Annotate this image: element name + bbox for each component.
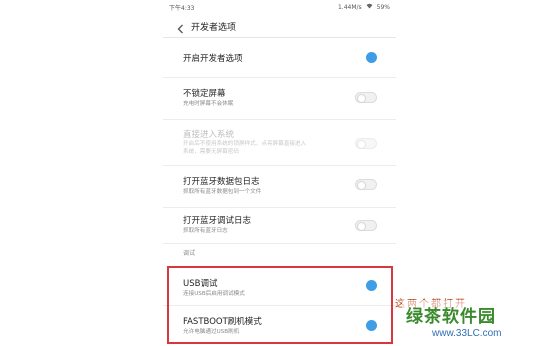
row-subtitle: 开启后不使用系统的锁屏样式，点亮屏幕直接进入 系统，需要无屏幕密码 [183,141,307,155]
row-title: 打开蓝牙数据包日志 [183,177,260,187]
setting-row-developer-options[interactable]: 开启开发者选项 [163,38,396,78]
title-bar: 开发者选项 [163,14,396,38]
bt-debug-log-toggle[interactable] [355,220,377,231]
watermark-logo: 绿茶软件园 [406,307,496,327]
status-indicators: 1.44M/s 59% [338,3,390,11]
highlight-box [167,266,393,344]
watermark-url: www.33LC.com [432,328,502,339]
row-title: 直接进入系统 [183,130,235,140]
status-bar: 下午4:33 1.44M/s 59% [163,0,396,14]
row-subtitle: 抓取所有蓝牙日志 [183,228,228,234]
row-title: 不锁定屏幕 [183,89,226,99]
row-title: 开启开发者选项 [183,54,243,64]
bt-packet-log-toggle[interactable] [355,179,377,190]
setting-row-bt-debug-log[interactable]: 打开蓝牙调试日志 抓取所有蓝牙日志 [163,208,396,244]
back-arrow-icon[interactable] [175,20,187,34]
setting-row-direct-boot: 直接进入系统 开启后不使用系统的锁屏样式，点亮屏幕直接进入 系统，需要无屏幕密码 [163,120,396,166]
section-header-debug: 调试 [183,250,196,257]
row-title: 打开蓝牙调试日志 [183,216,252,226]
status-time: 下午4:33 [169,5,195,12]
setting-row-stay-awake[interactable]: 不锁定屏幕 充电时屏幕不会休眠 [163,78,396,120]
setting-row-bt-packet-log[interactable]: 打开蓝牙数据包日志 抓取所有蓝牙数据包到一个文件 [163,166,396,208]
page-title: 开发者选项 [191,23,237,33]
row-subtitle: 充电时屏幕不会休眠 [183,101,234,107]
battery-level: 59% [376,3,390,11]
network-speed: 1.44M/s [337,3,362,11]
developer-options-toggle[interactable] [355,52,377,63]
wifi-icon [366,3,373,11]
direct-boot-toggle [355,138,377,149]
stay-awake-toggle[interactable] [355,92,377,103]
row-subtitle: 抓取所有蓝牙数据包到一个文件 [183,189,262,195]
